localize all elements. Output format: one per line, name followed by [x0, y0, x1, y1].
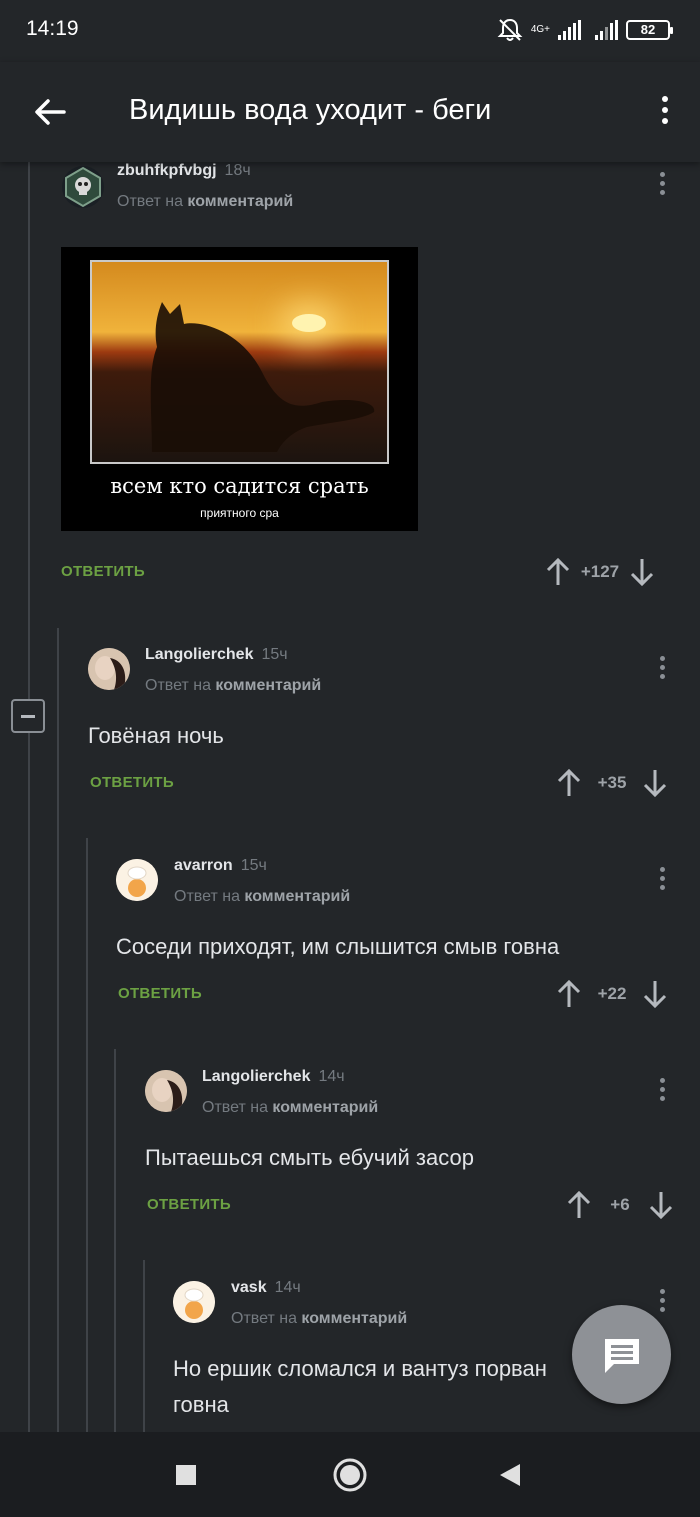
- chef-avatar-icon: [116, 859, 158, 901]
- page-title: Видишь вода уходит - беги: [129, 94, 492, 126]
- reply-to: Ответ на комментарий: [202, 1099, 378, 1117]
- comment-menu-icon[interactable]: [658, 172, 666, 198]
- comment: zbuhfkpfvbgj 18ч Ответ на комментарий все…: [0, 162, 700, 602]
- comment-score: +35: [597, 773, 627, 792]
- comment-text: Говёная ночь: [88, 723, 224, 748]
- reply-to: Ответ на комментарий: [231, 1310, 407, 1328]
- comment: avarron 15ч Ответ на комментарий Соседи п…: [0, 849, 700, 1049]
- home-circle-icon[interactable]: [331, 1456, 369, 1494]
- reply-to-prefix: Ответ на: [174, 888, 240, 905]
- meme-subcaption: приятного сра: [200, 506, 279, 520]
- network-indicator: 4G+: [531, 25, 550, 35]
- comment-score: +22: [597, 984, 627, 1003]
- author-name[interactable]: Langolierchek: [145, 646, 253, 663]
- reply-to-link[interactable]: комментарий: [301, 1310, 407, 1327]
- system-navigation-bar: [0, 1432, 700, 1517]
- reply-to-link[interactable]: комментарий: [187, 193, 293, 210]
- app-bar: Видишь вода уходит - беги: [0, 62, 700, 162]
- reply-to-link[interactable]: комментарий: [244, 888, 350, 905]
- network-type: 4G+: [530, 24, 550, 35]
- comment-image[interactable]: всем кто садится срать приятного сра: [61, 247, 418, 531]
- comment: Langolierchek 15ч Ответ на комментарий Го…: [0, 638, 700, 838]
- comment-menu-icon[interactable]: [658, 867, 666, 893]
- author-name[interactable]: zbuhfkpfvbgj: [117, 162, 217, 179]
- author-name[interactable]: Langolierchek: [202, 1068, 310, 1085]
- downvote-arrow-icon[interactable]: [643, 979, 667, 1009]
- recents-square-icon[interactable]: [167, 1456, 205, 1494]
- downvote-arrow-icon[interactable]: [630, 557, 654, 587]
- face-avatar-icon: [88, 648, 130, 690]
- avatar[interactable]: [173, 1281, 215, 1323]
- status-time: 14:19: [26, 17, 79, 40]
- mute-notifications-icon: [497, 18, 523, 41]
- face-avatar-icon: [145, 1070, 187, 1112]
- comment-menu-icon[interactable]: [658, 1289, 666, 1315]
- comment-score: +6: [610, 1195, 630, 1214]
- comment-time: 15ч: [261, 646, 288, 663]
- comments-feed[interactable]: zbuhfkpfvbgj 18ч Ответ на комментарий все…: [0, 162, 700, 1432]
- upvote-arrow-icon[interactable]: [546, 557, 570, 587]
- reply-to: Ответ на комментарий: [174, 888, 350, 906]
- comment-author[interactable]: vask 14ч: [231, 1279, 301, 1297]
- vote-controls: +22: [557, 976, 667, 1012]
- reply-to: Ответ на комментарий: [145, 677, 321, 695]
- reply-button[interactable]: ОТВЕТИТЬ: [118, 985, 202, 1002]
- vote-controls: +35: [557, 765, 667, 801]
- reply-button[interactable]: ОТВЕТИТЬ: [147, 1196, 231, 1213]
- back-triangle-icon[interactable]: [492, 1456, 530, 1494]
- reply-to-link[interactable]: комментарий: [215, 677, 321, 694]
- comment-time: 15ч: [240, 857, 267, 874]
- author-name[interactable]: vask: [231, 1279, 267, 1296]
- comment-time: 18ч: [224, 162, 251, 179]
- avatar[interactable]: [145, 1070, 187, 1112]
- avatar[interactable]: [88, 648, 130, 690]
- signal-icon: [558, 20, 581, 40]
- reply-to-prefix: Ответ на: [202, 1099, 268, 1116]
- vote-controls: +6: [567, 1187, 673, 1223]
- comment-author[interactable]: Langolierchek 14ч: [202, 1068, 345, 1086]
- battery-icon: 82: [626, 20, 673, 40]
- reply-to-link[interactable]: комментарий: [272, 1099, 378, 1116]
- upvote-arrow-icon[interactable]: [567, 1190, 591, 1220]
- comment-author[interactable]: Langolierchek 15ч: [145, 646, 288, 664]
- reply-button[interactable]: ОТВЕТИТЬ: [61, 563, 145, 580]
- meme-photo: [90, 260, 389, 464]
- cat-silhouette-icon: [150, 302, 375, 452]
- upvote-arrow-icon[interactable]: [557, 979, 581, 1009]
- upvote-arrow-icon[interactable]: [557, 768, 581, 798]
- signal-icon-2: [595, 20, 618, 40]
- meme-caption: всем кто садится срать: [110, 474, 369, 498]
- comment-author[interactable]: zbuhfkpfvbgj 18ч: [117, 162, 251, 180]
- reply-to-prefix: Ответ на: [117, 193, 183, 210]
- comment-fab-button[interactable]: [572, 1305, 671, 1404]
- status-icons: 4G+ 82: [497, 15, 673, 45]
- back-arrow-icon[interactable]: [30, 92, 70, 132]
- comment-text: Пытаешься смыть ебучий засор: [145, 1145, 474, 1170]
- author-name[interactable]: avarron: [174, 857, 233, 874]
- reply-to: Ответ на комментарий: [117, 193, 293, 211]
- comment-text: Соседи приходят, им слышится смыв говна: [116, 934, 560, 959]
- overflow-menu-icon[interactable]: [660, 96, 670, 128]
- status-bar: 14:19 4G+ 82: [0, 0, 700, 62]
- vote-controls: +127: [546, 554, 654, 590]
- chat-icon: [605, 1339, 639, 1373]
- skull-avatar-icon: [65, 166, 101, 208]
- reply-to-prefix: Ответ на: [145, 677, 211, 694]
- avatar[interactable]: [116, 859, 158, 901]
- comment-time: 14ч: [274, 1279, 301, 1296]
- comment: Langolierchek 14ч Ответ на комментарий Пы…: [0, 1060, 700, 1260]
- downvote-arrow-icon[interactable]: [649, 1190, 673, 1220]
- reply-to-prefix: Ответ на: [231, 1310, 297, 1327]
- reply-button[interactable]: ОТВЕТИТЬ: [90, 774, 174, 791]
- comment-time: 14ч: [318, 1068, 345, 1085]
- comment-score: +127: [580, 562, 620, 581]
- comment-menu-icon[interactable]: [658, 656, 666, 682]
- chef-avatar-icon: [173, 1281, 215, 1323]
- avatar[interactable]: [62, 166, 104, 208]
- comment-menu-icon[interactable]: [658, 1078, 666, 1104]
- comment-author[interactable]: avarron 15ч: [174, 857, 267, 875]
- downvote-arrow-icon[interactable]: [643, 768, 667, 798]
